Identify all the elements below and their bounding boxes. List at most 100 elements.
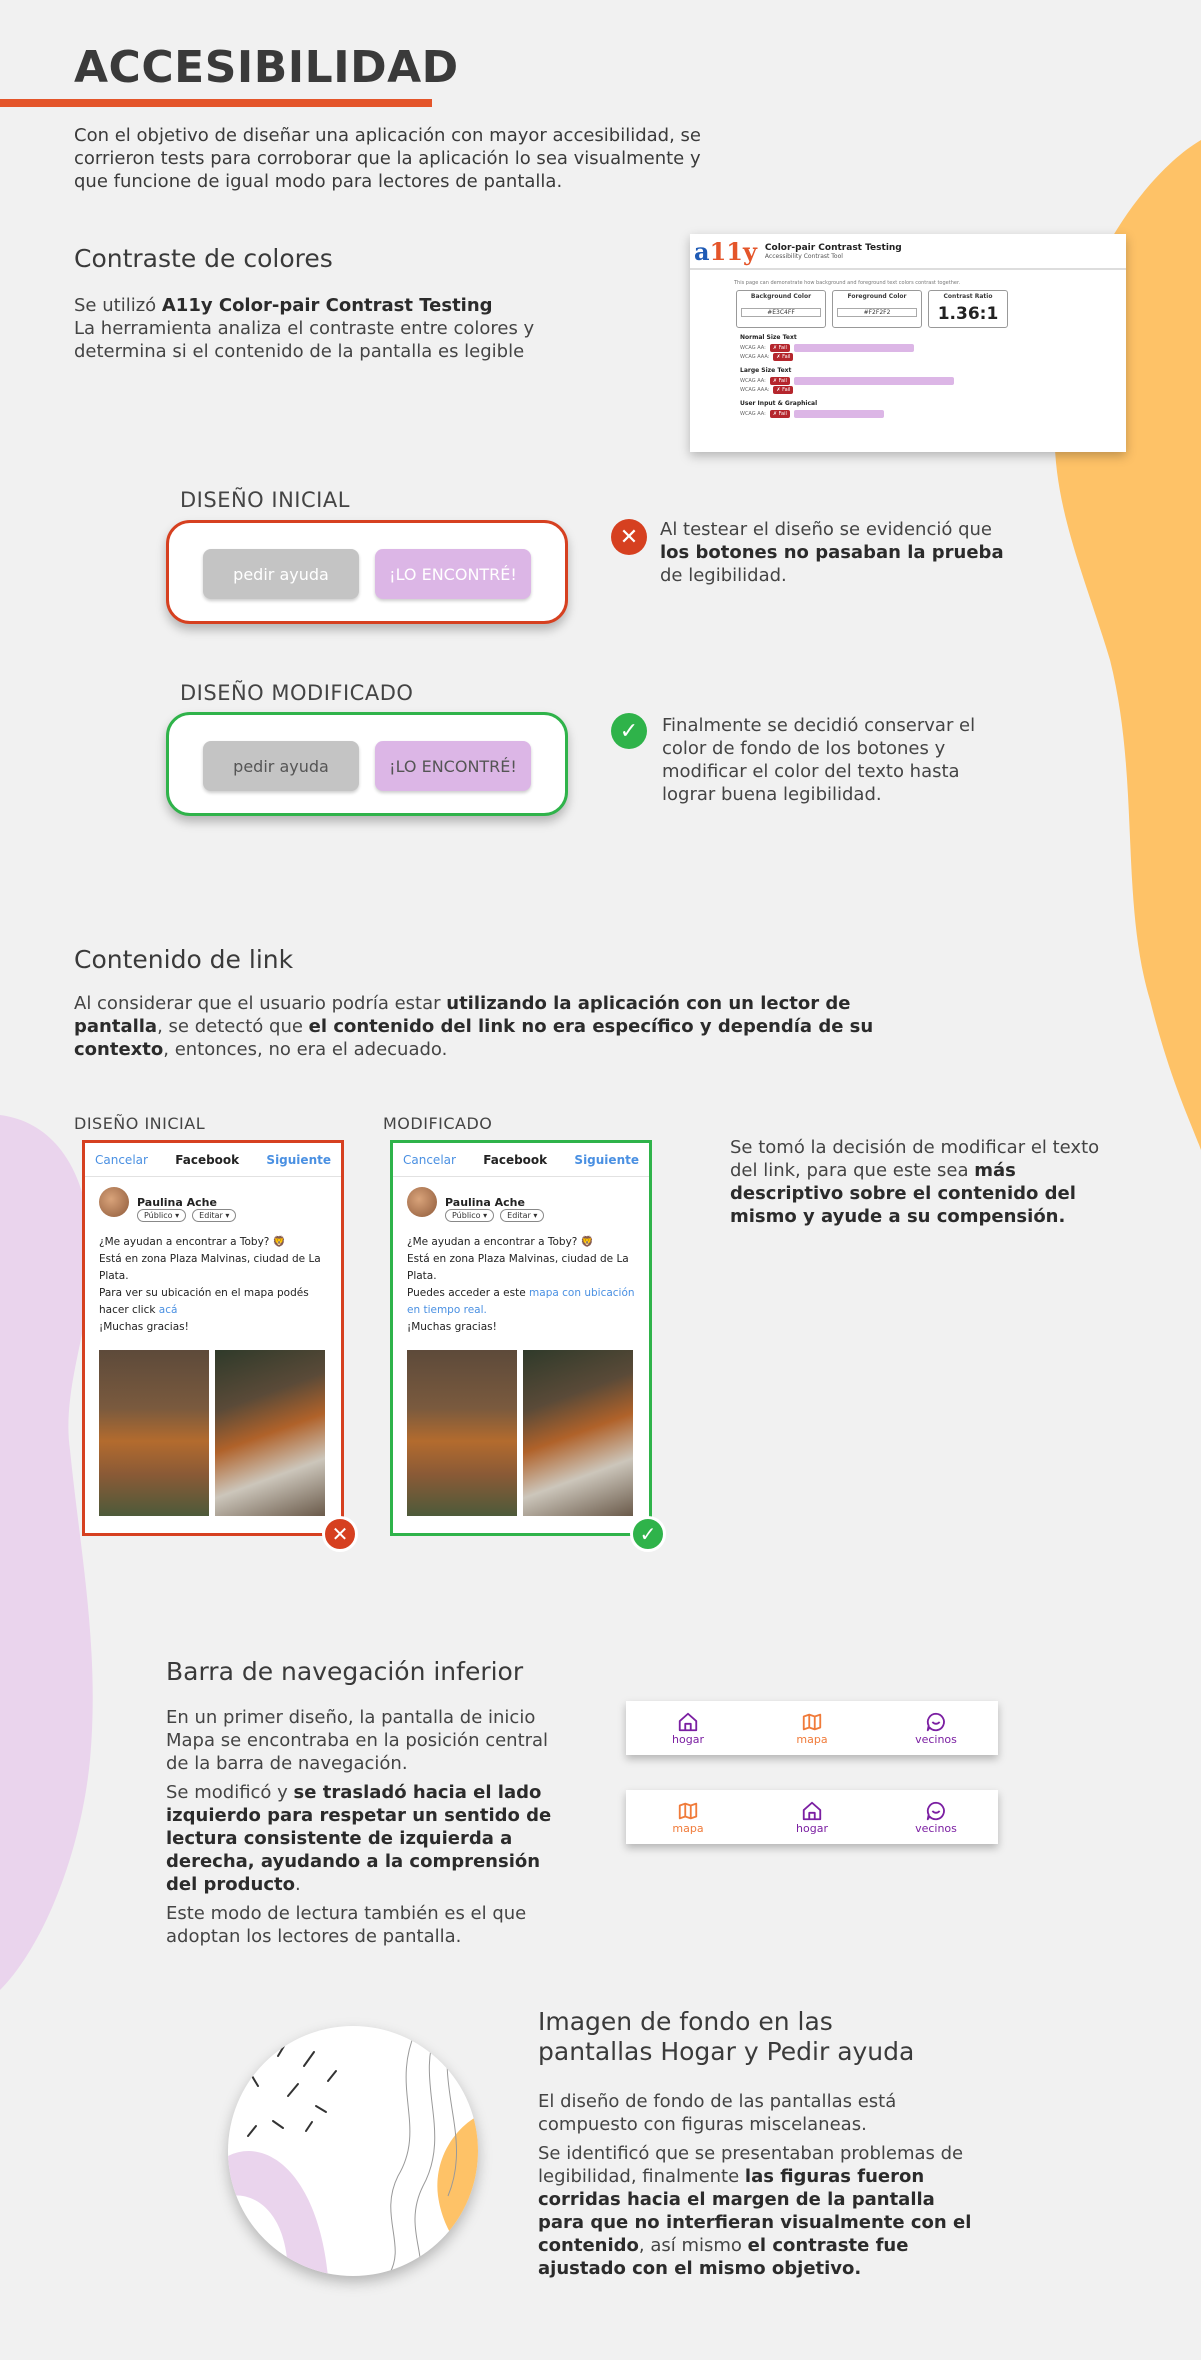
- link-initial-label: DISEÑO INICIAL: [74, 1114, 206, 1133]
- fail-badge: ✗ Fail: [769, 410, 790, 418]
- next-link[interactable]: Siguiente: [574, 1153, 639, 1167]
- background-illustration: [228, 2026, 478, 2276]
- background-heading: Imagen de fondo en las pantallas Hogar y…: [538, 2007, 915, 2066]
- fail-badge: ✗ Fail: [769, 377, 790, 385]
- edit-pill[interactable]: Editar ▾: [500, 1209, 545, 1222]
- nav-label: vecinos: [915, 1732, 957, 1746]
- nav-text: En un primer diseño, la pantalla de inic…: [166, 1706, 566, 1948]
- wcag-aa-label: WCAG AA:: [740, 345, 766, 351]
- nav-label: mapa: [672, 1821, 704, 1835]
- post-line-3: Para ver su ubicación en el mapa podés h…: [99, 1287, 309, 1316]
- background-color-box[interactable]: Background Color #E3C4FF: [736, 290, 826, 328]
- link-paragraph: Al considerar que el usuario podría esta…: [74, 992, 934, 1061]
- logo-a: a: [694, 236, 710, 266]
- navbar-modified: mapa hogar vecinos: [626, 1790, 998, 1844]
- fail-badge: ✗ Fail: [769, 344, 790, 352]
- nav-label: vecinos: [915, 1821, 957, 1835]
- background-p1: El diseño de fondo de las pantallas está…: [538, 2091, 897, 2135]
- nav-p1: En un primer diseño, la pantalla de inic…: [166, 1707, 549, 1774]
- link-side-note: Se tomó la decisión de modificar el text…: [730, 1136, 1122, 1228]
- modified-design-frame: pedir ayuda ¡LO ENCONTRÉ!: [166, 712, 568, 816]
- post-link-old[interactable]: acá: [159, 1304, 178, 1316]
- app-title: Facebook: [483, 1152, 548, 1167]
- home-icon: [802, 1801, 822, 1820]
- fail-badge: ✗ Fail: [773, 353, 794, 361]
- ratio-value: 1.36:1: [937, 304, 999, 324]
- cancel-link[interactable]: Cancelar: [403, 1153, 456, 1167]
- success-note: Finalmente se decidió conservar el color…: [662, 715, 976, 805]
- dog-photo-1: [407, 1350, 517, 1516]
- post-thanks: ¡Muchas gracias!: [407, 1321, 497, 1333]
- page-title: ACCESIBILIDAD: [74, 42, 459, 93]
- help-button-modified[interactable]: pedir ayuda: [203, 741, 359, 791]
- nav-label: hogar: [672, 1732, 704, 1746]
- nav-item-hogar[interactable]: hogar: [648, 1711, 728, 1746]
- fail-badge: ✗ Fail: [773, 386, 794, 394]
- nav-item-vecinos[interactable]: vecinos: [896, 1800, 976, 1835]
- link-modified-label: MODIFICADO: [383, 1114, 493, 1133]
- nav-item-vecinos[interactable]: vecinos: [896, 1711, 976, 1746]
- post-thanks: ¡Muchas gracias!: [99, 1321, 189, 1333]
- next-link[interactable]: Siguiente: [266, 1153, 331, 1167]
- nav-item-mapa[interactable]: mapa: [648, 1800, 728, 1835]
- nav-p2-suffix: .: [295, 1874, 301, 1895]
- contrast-tool-name: A11y Color-pair Contrast Testing: [161, 295, 493, 316]
- avatar: [99, 1187, 129, 1217]
- chat-icon: [926, 1801, 945, 1820]
- edit-pill[interactable]: Editar ▾: [192, 1209, 237, 1222]
- sample-bar: [793, 410, 884, 418]
- background-text: El diseño de fondo de las pantallas está…: [538, 2090, 978, 2280]
- user-name: Paulina Ache: [445, 1195, 525, 1209]
- fail-badge-icon: ✕: [322, 1516, 358, 1552]
- post-line-2: Está en zona Plaza Malvinas, ciudad de L…: [407, 1253, 629, 1282]
- navbar-initial: hogar mapa vecinos: [626, 1701, 998, 1755]
- nav-item-hogar[interactable]: hogar: [772, 1800, 852, 1835]
- found-button-modified[interactable]: ¡LO ENCONTRÉ!: [375, 741, 531, 791]
- foreground-color-box[interactable]: Foreground Color #F2F2F2: [832, 290, 922, 328]
- sample-bar: [793, 344, 914, 352]
- nav-label: hogar: [796, 1821, 828, 1835]
- tool-subtitle: Accessibility Contrast Tool: [764, 252, 843, 260]
- dog-photo-1: [99, 1350, 209, 1516]
- logo-11y: 11y: [709, 236, 757, 266]
- intro-text: Con el objetivo de diseñar una aplicació…: [74, 125, 701, 192]
- nav-p3: Este modo de lectura también es el que a…: [166, 1903, 527, 1947]
- post-line-2: Está en zona Plaza Malvinas, ciudad de L…: [99, 1253, 321, 1282]
- a11y-logo: a11y: [694, 237, 757, 266]
- wcag-aa-label: WCAG AA:: [740, 411, 766, 417]
- bg-value: #E3C4FF: [741, 308, 821, 317]
- audience-pill[interactable]: Público ▾: [445, 1209, 495, 1222]
- wcag-aa-label: WCAG AA:: [740, 378, 766, 384]
- ratio-label: Contrast Ratio: [943, 293, 993, 300]
- link-p-3: , se detectó que: [157, 1016, 309, 1037]
- success-badge-icon: ✓: [630, 1516, 666, 1552]
- avatar: [407, 1187, 437, 1217]
- found-button-initial[interactable]: ¡LO ENCONTRÉ!: [375, 549, 531, 599]
- fail-note-prefix: Al testear el diseño se evidenció que: [660, 519, 992, 540]
- fg-label: Foreground Color: [847, 293, 907, 300]
- wcag-aaa-label: WCAG AAA:: [740, 387, 770, 393]
- phone-modified: Cancelar Facebook Siguiente Paulina Ache…: [390, 1140, 652, 1536]
- fail-note-bold: los botones no pasaban la prueba: [660, 542, 1004, 563]
- dog-photo-2: [523, 1350, 633, 1516]
- user-name: Paulina Ache: [137, 1195, 217, 1209]
- help-button-initial[interactable]: pedir ayuda: [203, 549, 359, 599]
- nav-item-mapa[interactable]: mapa: [772, 1711, 852, 1746]
- post-text: ¿Me ayudan a encontrar a Toby? 🦁 Está en…: [85, 1222, 341, 1336]
- tool-note: This page can demonstrate how background…: [734, 280, 961, 286]
- post-line-3: Puedes acceder a este: [407, 1287, 530, 1299]
- user-input-section: User Input & Graphical: [740, 400, 818, 407]
- nav-p2-prefix: Se modificó y: [166, 1782, 294, 1803]
- chat-icon: [926, 1712, 945, 1731]
- contrast-ratio-box: Contrast Ratio 1.36:1: [928, 290, 1008, 328]
- normal-text-section: Normal Size Text: [740, 334, 797, 341]
- audience-pill[interactable]: Público ▾: [137, 1209, 187, 1222]
- map-icon: [802, 1713, 822, 1730]
- contrast-tool-screenshot: a11y Color-pair Contrast Testing Accessi…: [690, 234, 1126, 452]
- large-text-section: Large Size Text: [740, 367, 792, 374]
- success-icon: ✓: [611, 713, 647, 749]
- cancel-link[interactable]: Cancelar: [95, 1153, 148, 1167]
- bg-label: Background Color: [750, 293, 812, 300]
- title-underline: [0, 99, 432, 107]
- contrast-text: Se utilizó A11y Color-pair Contrast Test…: [74, 294, 554, 363]
